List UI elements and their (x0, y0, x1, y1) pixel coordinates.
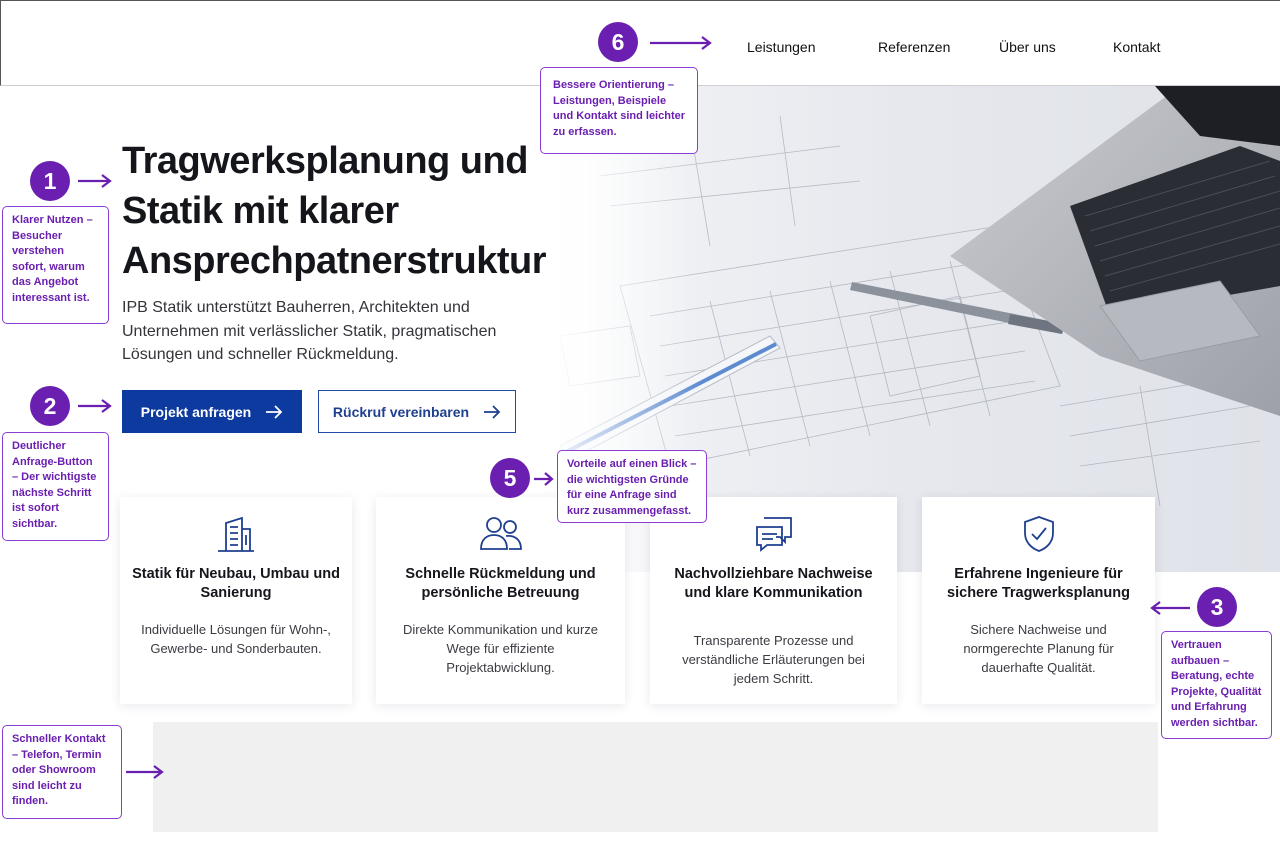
chat-icon (755, 517, 792, 552)
annotation-note-6: Bessere Orientierung – Leistungen, Beisp… (540, 67, 698, 154)
hero-subtitle: IPB Statik unterstützt Bauherren, Archit… (122, 299, 497, 363)
feature-card-neubau: Statik für Neubau, Umbau und Sanierung I… (120, 497, 352, 704)
feature-title: Statik für Neubau, Umbau und Sanierung (132, 566, 340, 601)
nav-item-referenzen[interactable]: Referenzen (878, 39, 950, 55)
arrow-right-icon (484, 404, 501, 419)
annotation-note-3: Vertrauen aufbauen – Beratung, echte Pro… (1161, 631, 1272, 739)
users-icon (479, 517, 522, 550)
annotation-note-2: Deutlicher Anfrage-Button – Der wichtigs… (2, 432, 109, 541)
feature-text: Direkte Kommunikation und kurze Wege für… (402, 622, 599, 675)
feature-text: Transparente Prozesse und verständliche … (682, 633, 865, 686)
annotation-note-5: Vorteile auf einen Blick – die wichtigst… (557, 450, 707, 523)
annotation-note-contact: Schneller Kontakt – Telefon, Termin oder… (2, 725, 122, 819)
feature-card-rueckmeldung: Schnelle Rückmeldung und persönliche Bet… (376, 497, 625, 704)
feature-card-nachweise: Nachvollziehbare Nachweise und klare Kom… (650, 497, 897, 704)
building-icon (218, 516, 254, 552)
feature-card-ingenieure: Erfahrene Ingenieure für sichere Tragwer… (922, 497, 1155, 704)
nav-item-ueber-uns[interactable]: Über uns (999, 39, 1056, 55)
annotation-badge-1: 1 (30, 161, 70, 201)
nav-item-leistungen[interactable]: Leistungen (747, 39, 816, 55)
shield-check-icon (1023, 516, 1054, 552)
project-request-label: Projekt anfragen (140, 403, 252, 420)
feature-title: Schnelle Rückmeldung und persönliche Bet… (405, 566, 596, 601)
annotation-note-1: Klarer Nutzen – Besucher verstehen sofor… (2, 206, 109, 324)
annotation-badge-5: 5 (490, 458, 530, 498)
contact-section-placeholder (153, 722, 1158, 832)
feature-title: Erfahrene Ingenieure für sichere Tragwer… (947, 566, 1130, 601)
arrow-right-icon (650, 36, 712, 50)
annotation-badge-2: 2 (30, 386, 70, 426)
arrow-right-icon (78, 399, 112, 413)
feature-text: Individuelle Lösungen für Wohn-, Gewerbe… (141, 622, 331, 656)
project-request-button[interactable]: Projekt anfragen (122, 390, 302, 433)
arrow-right-icon (78, 174, 112, 188)
callback-label: Rückruf vereinbaren (332, 403, 470, 420)
annotation-badge-3: 3 (1197, 587, 1237, 627)
feature-text: Sichere Nachweise und normgerechte Planu… (963, 622, 1114, 675)
callback-button[interactable]: Rückruf vereinbaren (318, 390, 516, 433)
annotation-badge-6: 6 (598, 22, 638, 62)
nav-item-kontakt[interactable]: Kontakt (1113, 39, 1160, 55)
hero-headline: Tragwerksplanung und Statik mit klarer A… (122, 140, 546, 282)
feature-title: Nachvollziehbare Nachweise und klare Kom… (674, 566, 873, 601)
arrow-left-icon (1150, 601, 1190, 615)
arrow-right-icon (126, 765, 164, 779)
arrow-right-icon (534, 472, 554, 486)
arrow-right-icon (266, 404, 283, 419)
